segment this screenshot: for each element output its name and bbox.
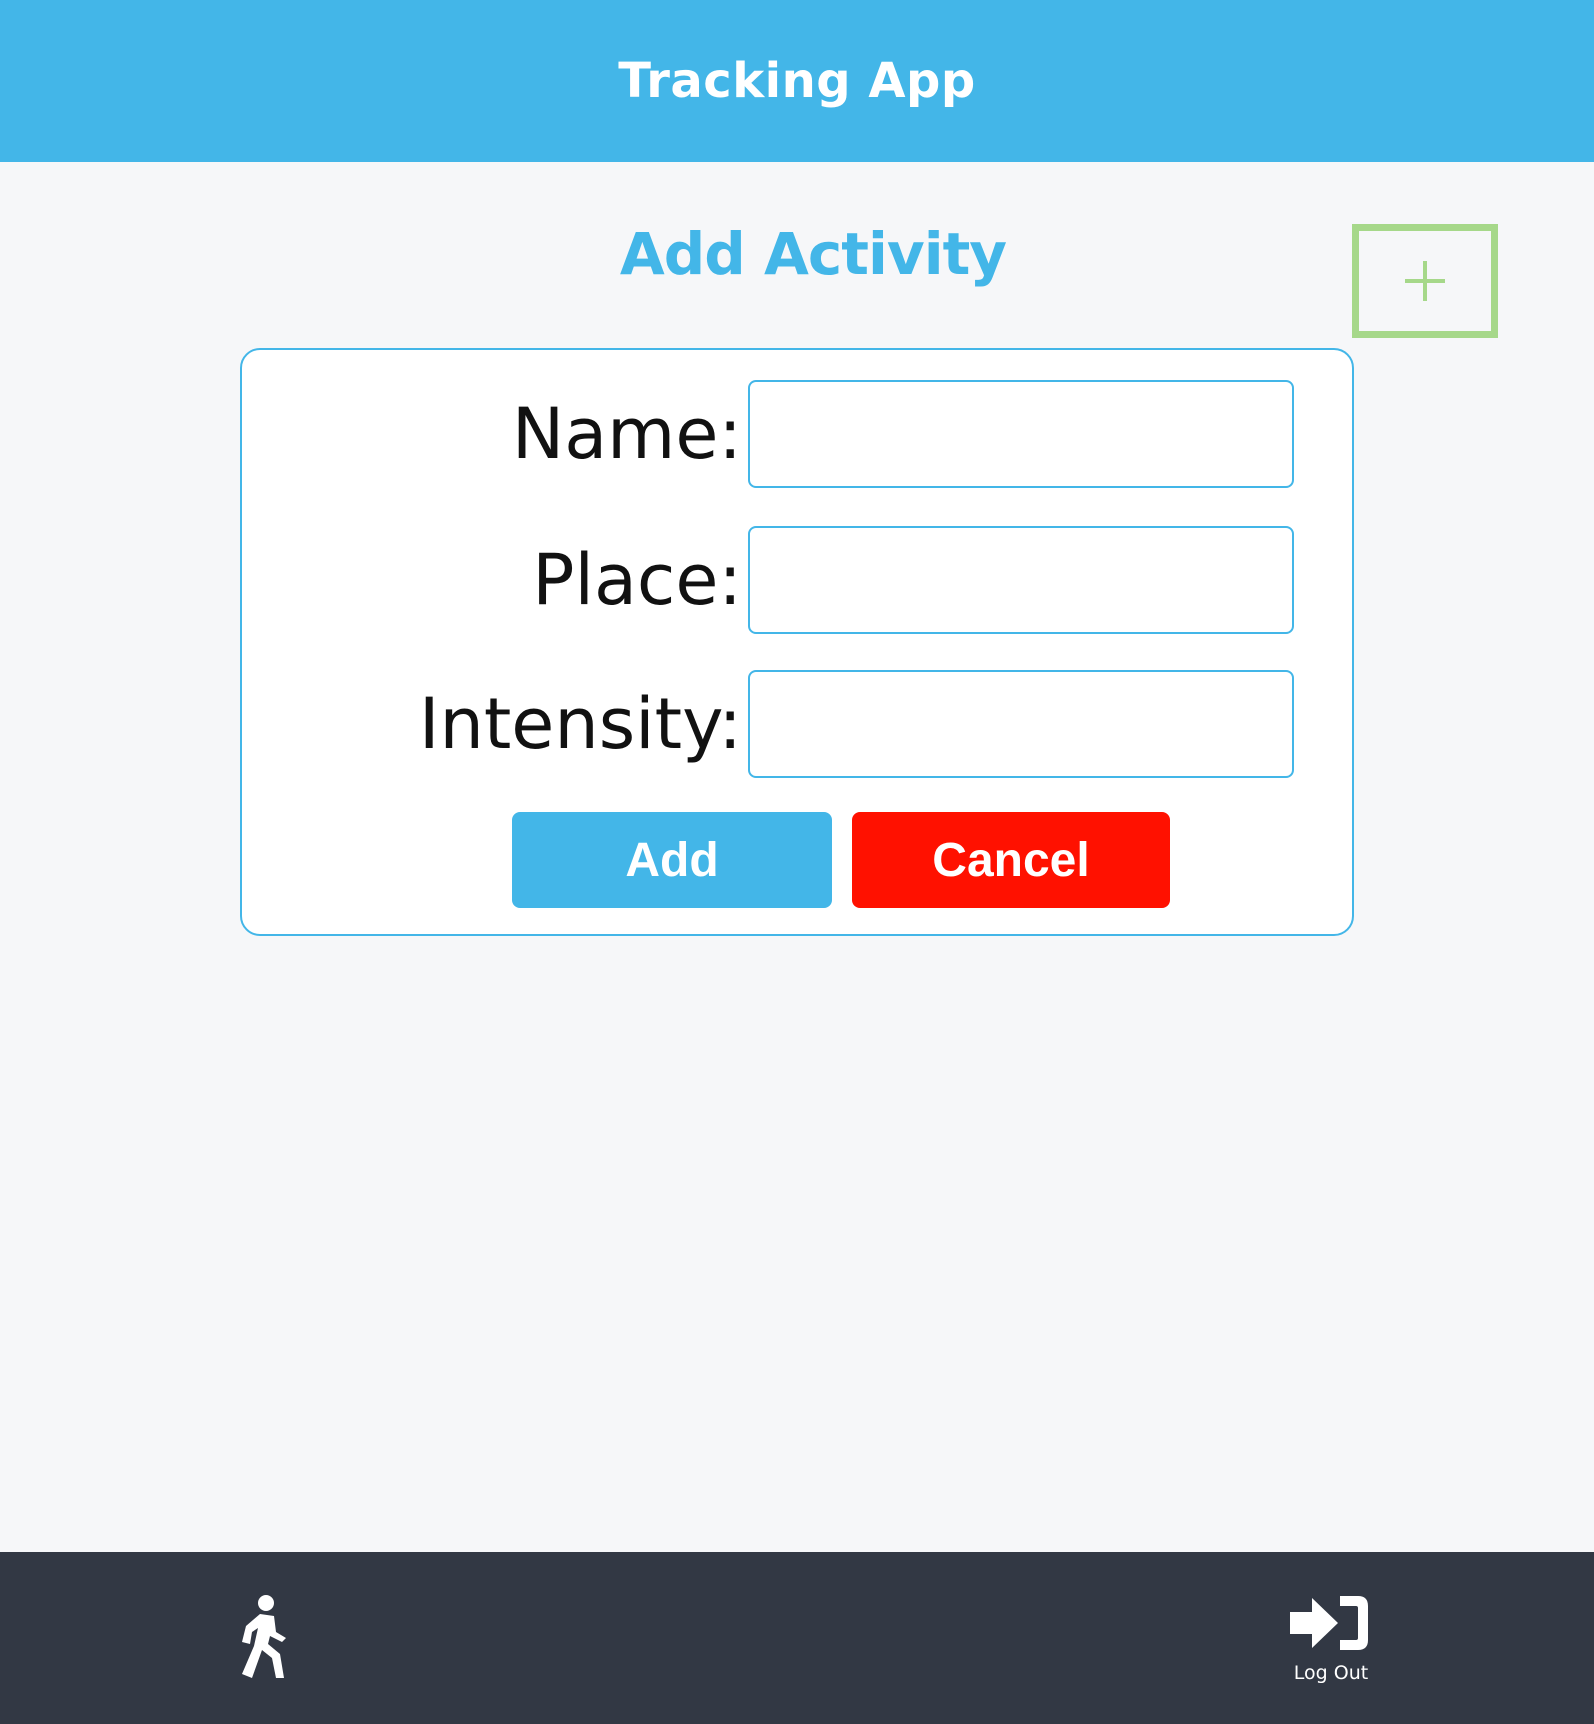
app-header: Tracking App (0, 0, 1594, 162)
sign-in-arrow-icon (1290, 1596, 1368, 1650)
form-row-place: Place: (242, 526, 1352, 634)
place-input[interactable] (748, 526, 1294, 634)
intensity-label: Intensity: (418, 683, 742, 765)
name-input[interactable] (748, 380, 1294, 488)
form-row-intensity: Intensity: (242, 670, 1352, 778)
form-row-name: Name: (242, 380, 1352, 488)
name-label: Name: (511, 393, 742, 475)
add-activity-toggle-button[interactable] (1352, 224, 1498, 338)
nav-logout-button[interactable]: Log Out (1270, 1592, 1392, 1692)
add-button[interactable]: Add (512, 812, 832, 908)
cancel-button[interactable]: Cancel (852, 812, 1170, 908)
plus-icon (1405, 261, 1445, 301)
add-activity-form: Name: Place: Intensity: Add Cancel (240, 348, 1354, 936)
bottom-nav: Log Out (0, 1552, 1594, 1724)
logout-label: Log Out (1293, 1662, 1369, 1684)
place-label: Place: (532, 539, 742, 621)
app-title: Tracking App (618, 53, 976, 109)
walking-person-icon (242, 1595, 286, 1678)
nav-activities-button[interactable] (230, 1592, 296, 1682)
intensity-input[interactable] (748, 670, 1294, 778)
